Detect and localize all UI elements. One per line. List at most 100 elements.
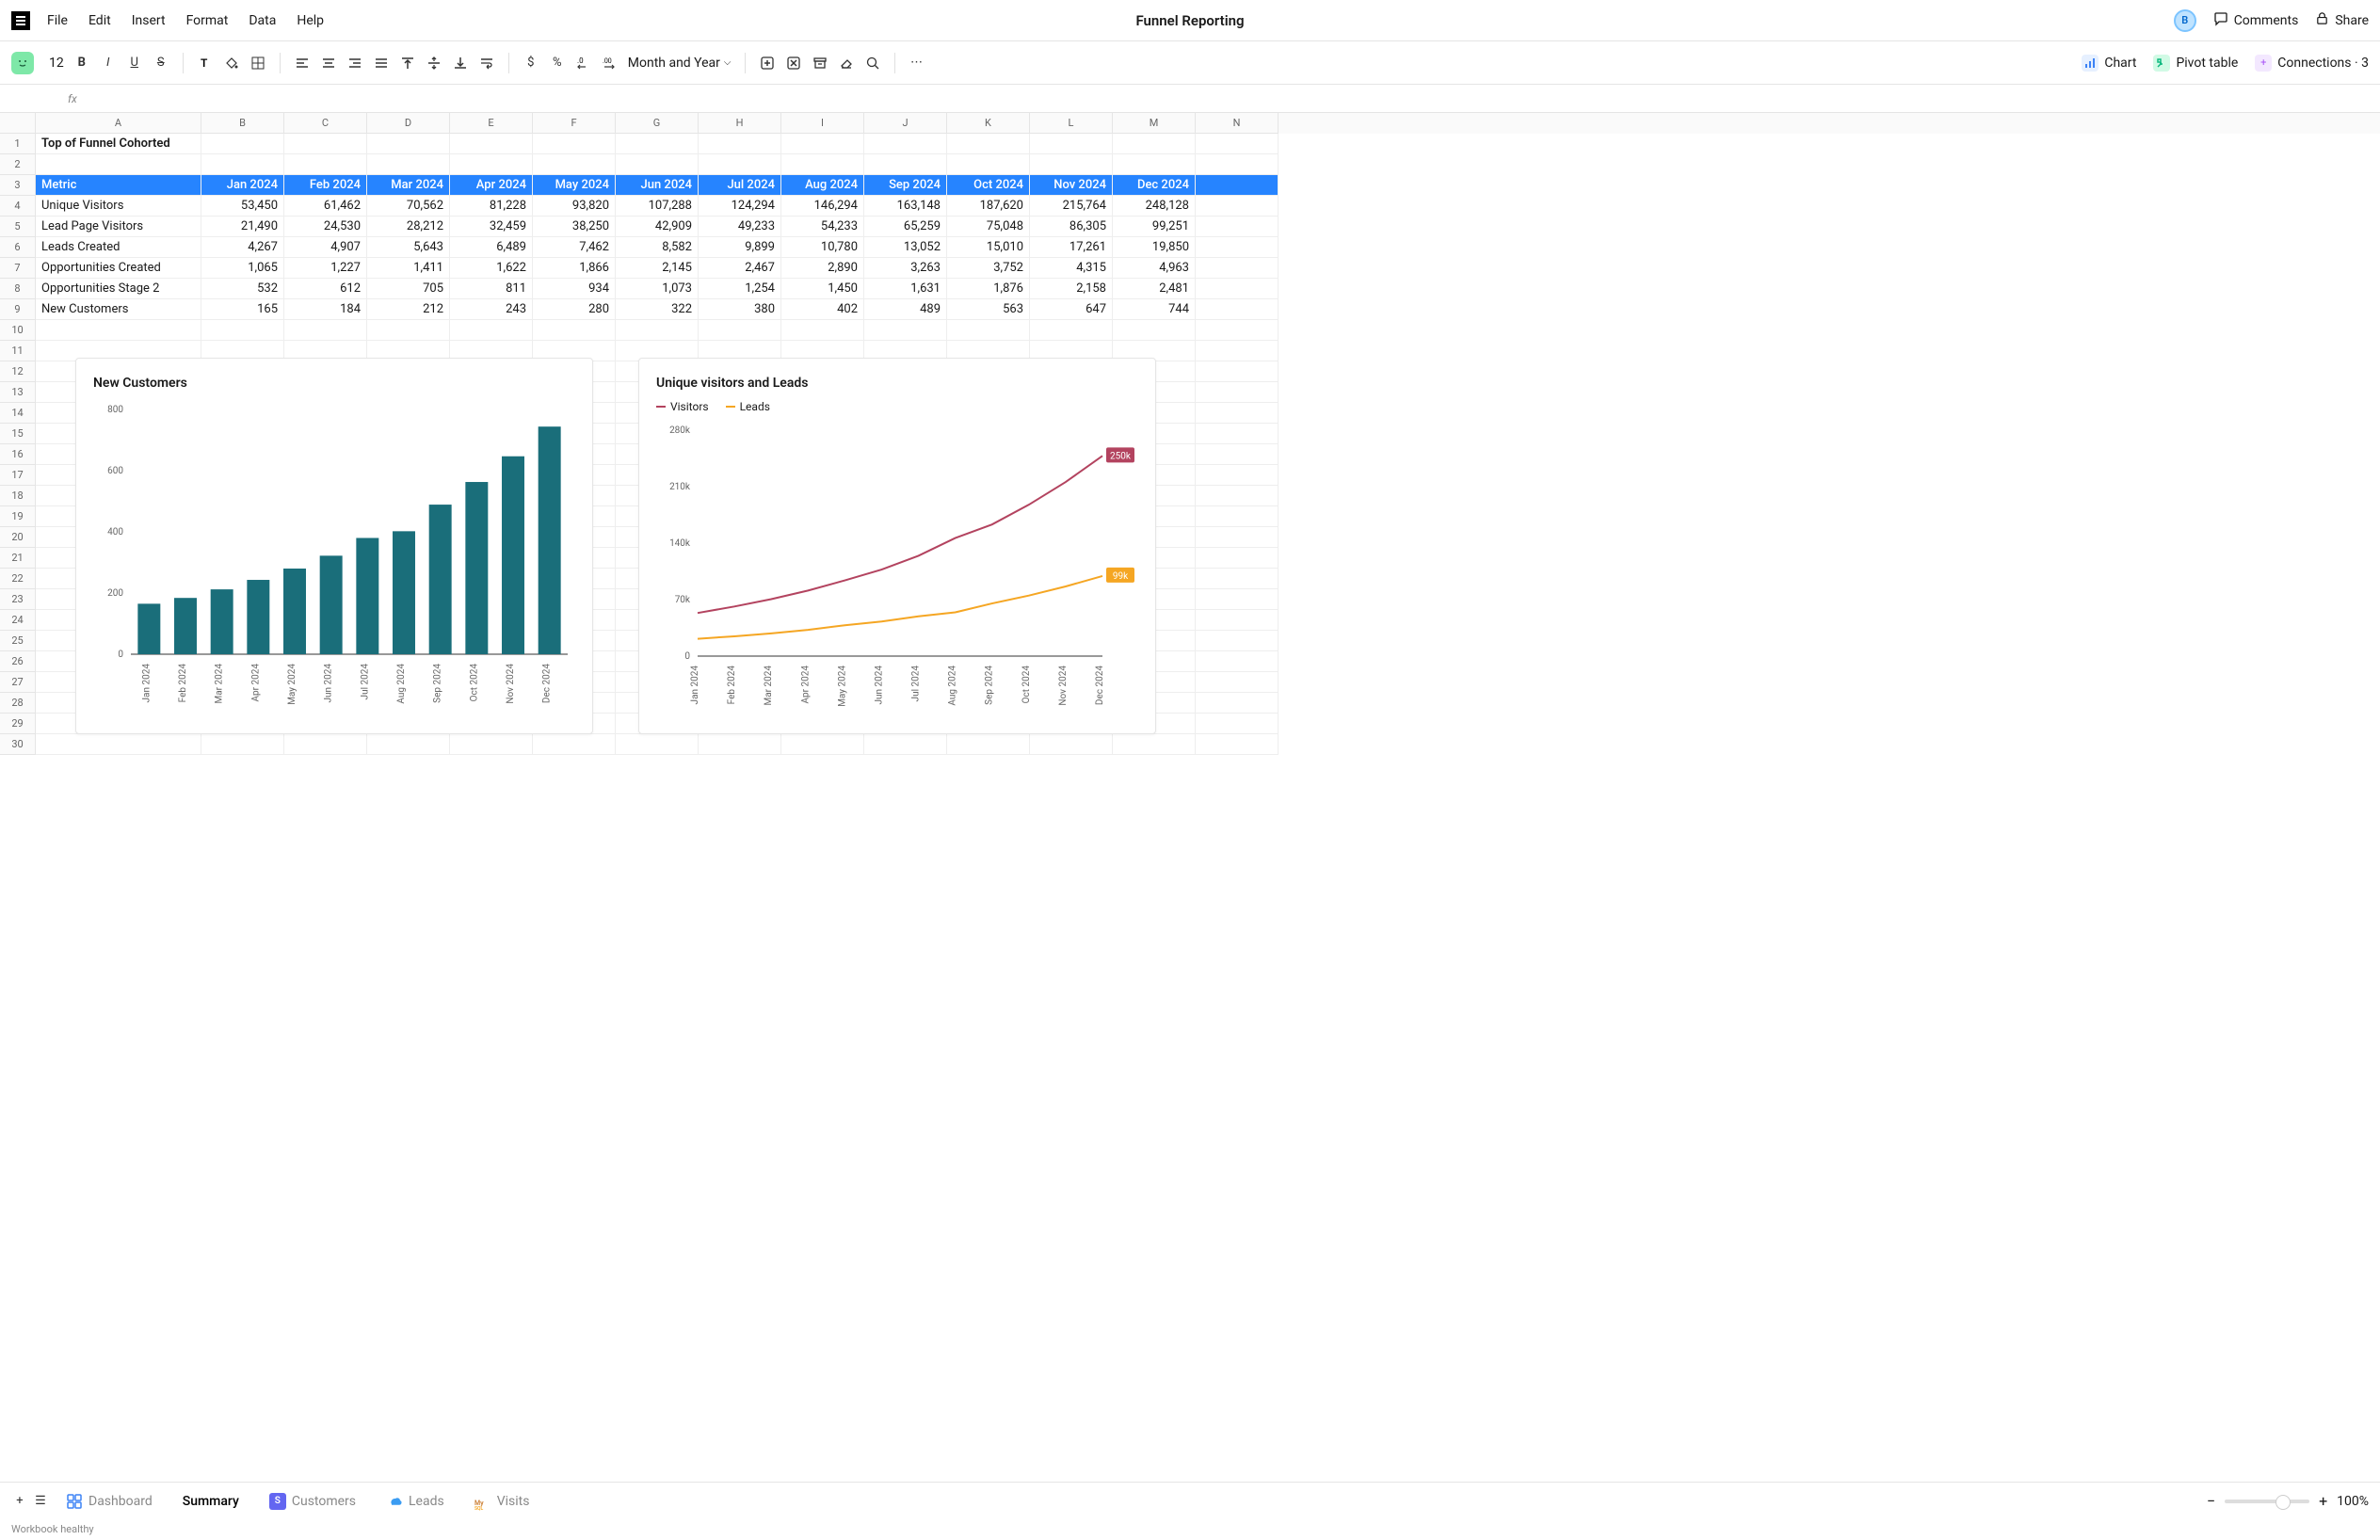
cell-L8[interactable]: 2,158 [1030,279,1113,299]
column-header-I[interactable]: I [781,113,864,134]
cell-B9[interactable]: 165 [201,299,284,320]
fill-color-button[interactable] [223,55,240,72]
cell-N28[interactable] [1196,693,1278,714]
align-center-button[interactable] [320,55,337,72]
cell-M6[interactable]: 19,850 [1113,237,1196,258]
row-header-18[interactable]: 18 [0,486,36,506]
cell-F30[interactable] [533,734,616,755]
cell-N19[interactable] [1196,506,1278,527]
tab-dashboard[interactable]: Dashboard [53,1487,166,1516]
decimal-increase-button[interactable]: .00 [602,55,619,72]
cell-K5[interactable]: 75,048 [947,217,1030,237]
app-logo[interactable] [11,11,30,30]
column-header-M[interactable]: M [1113,113,1196,134]
cell-B6[interactable]: 4,267 [201,237,284,258]
align-right-button[interactable] [346,55,363,72]
row-header-14[interactable]: 14 [0,403,36,424]
cell-I8[interactable]: 1,450 [781,279,864,299]
menu-help[interactable]: Help [297,13,324,28]
cell-K30[interactable] [947,734,1030,755]
cell-N6[interactable] [1196,237,1278,258]
cell-K9[interactable]: 563 [947,299,1030,320]
column-header-J[interactable]: J [864,113,947,134]
share-button[interactable]: Share [2315,11,2369,29]
cell-I3[interactable]: Aug 2024 [781,175,864,196]
cell-H7[interactable]: 2,467 [699,258,781,279]
cell-N22[interactable] [1196,569,1278,589]
cell-A3[interactable]: Metric [36,175,201,196]
pivot-button[interactable]: Pivot table [2153,55,2238,72]
cell-L2[interactable] [1030,154,1113,175]
cell-G3[interactable]: Jun 2024 [616,175,699,196]
cell-A30[interactable] [36,734,201,755]
cell-A8[interactable]: Opportunities Stage 2 [36,279,201,299]
cell-I5[interactable]: 54,233 [781,217,864,237]
valign-top-button[interactable] [399,55,416,72]
row-header-27[interactable]: 27 [0,672,36,693]
row-header-2[interactable]: 2 [0,154,36,175]
row-header-4[interactable]: 4 [0,196,36,217]
tab-leads[interactable]: Leads [373,1487,458,1516]
column-header-E[interactable]: E [450,113,533,134]
cell-N1[interactable] [1196,134,1278,154]
row-header-5[interactable]: 5 [0,217,36,237]
cell-F4[interactable]: 93,820 [533,196,616,217]
align-justify-button[interactable] [373,55,390,72]
date-format-dropdown[interactable]: Month and Year⌵ [628,56,732,71]
column-header-N[interactable]: N [1196,113,1278,134]
cell-K8[interactable]: 1,876 [947,279,1030,299]
cell-N27[interactable] [1196,672,1278,693]
cell-F3[interactable]: May 2024 [533,175,616,196]
cell-I30[interactable] [781,734,864,755]
cell-B4[interactable]: 53,450 [201,196,284,217]
cell-J3[interactable]: Sep 2024 [864,175,947,196]
cell-J5[interactable]: 65,259 [864,217,947,237]
cell-N2[interactable] [1196,154,1278,175]
row-header-30[interactable]: 30 [0,734,36,755]
row-header-29[interactable]: 29 [0,714,36,734]
cell-M3[interactable]: Dec 2024 [1113,175,1196,196]
cell-L1[interactable] [1030,134,1113,154]
row-header-9[interactable]: 9 [0,299,36,320]
row-header-13[interactable]: 13 [0,382,36,403]
cell-N14[interactable] [1196,403,1278,424]
row-header-1[interactable]: 1 [0,134,36,154]
cell-G7[interactable]: 2,145 [616,258,699,279]
cell-L30[interactable] [1030,734,1113,755]
column-header-G[interactable]: G [616,113,699,134]
cell-A4[interactable]: Unique Visitors [36,196,201,217]
cell-M4[interactable]: 248,128 [1113,196,1196,217]
cell-N23[interactable] [1196,589,1278,610]
valign-bottom-button[interactable] [452,55,469,72]
cell-C1[interactable] [284,134,367,154]
zoom-slider[interactable] [2225,1500,2309,1503]
cell-G2[interactable] [616,154,699,175]
cell-C2[interactable] [284,154,367,175]
cell-A5[interactable]: Lead Page Visitors [36,217,201,237]
cell-H8[interactable]: 1,254 [699,279,781,299]
valign-middle-button[interactable] [426,55,442,72]
menu-format[interactable]: Format [186,13,229,28]
tab-summary[interactable]: Summary [169,1487,252,1516]
cell-N29[interactable] [1196,714,1278,734]
cell-C5[interactable]: 24,530 [284,217,367,237]
cell-J2[interactable] [864,154,947,175]
cell-J6[interactable]: 13,052 [864,237,947,258]
cell-H6[interactable]: 9,899 [699,237,781,258]
archive-button[interactable] [812,55,828,72]
row-header-10[interactable]: 10 [0,320,36,341]
cell-E3[interactable]: Apr 2024 [450,175,533,196]
row-header-24[interactable]: 24 [0,610,36,631]
cell-G9[interactable]: 322 [616,299,699,320]
cell-E1[interactable] [450,134,533,154]
cell-D8[interactable]: 705 [367,279,450,299]
row-header-20[interactable]: 20 [0,527,36,548]
cell-D3[interactable]: Mar 2024 [367,175,450,196]
cell-C6[interactable]: 4,907 [284,237,367,258]
cell-C9[interactable]: 184 [284,299,367,320]
row-header-12[interactable]: 12 [0,361,36,382]
cell-A1[interactable]: Top of Funnel Cohorted [36,134,201,154]
cell-N12[interactable] [1196,361,1278,382]
cell-I9[interactable]: 402 [781,299,864,320]
document-title[interactable]: Funnel Reporting [1135,12,1244,29]
